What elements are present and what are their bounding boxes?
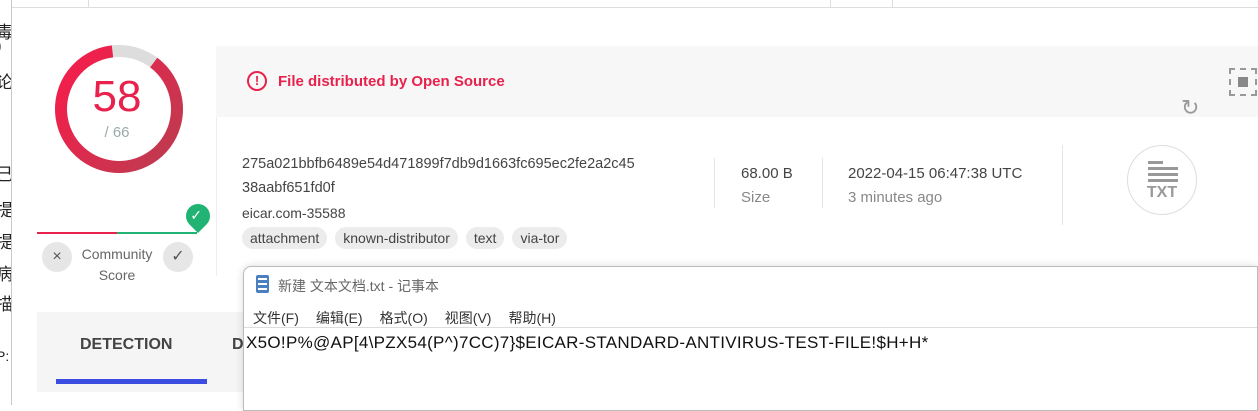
community-score-bar (37, 232, 197, 234)
notepad-title: 新建 文本文档.txt - 记事本 (278, 278, 439, 294)
downvote-button[interactable]: × (42, 242, 72, 272)
bg-char: 毒 (0, 18, 11, 43)
bg-char: 己 (0, 160, 11, 185)
notepad-text-area[interactable]: X5O!P%@AP[4\PZX54(P^)7CC)7}$EICAR-STANDA… (246, 333, 929, 353)
menu-view[interactable]: 视图(V) (445, 308, 492, 328)
menu-edit[interactable]: 编辑(E) (316, 308, 363, 328)
bg-char: 提 (0, 196, 11, 221)
detection-count: 58 (92, 72, 142, 121)
analysis-date: 2022-04-15 06:47:38 UTC 3 minutes ago (848, 165, 1023, 206)
community-check-icon: ✓ (181, 199, 215, 233)
tag[interactable]: via-tor (512, 227, 568, 249)
active-tab-indicator (56, 379, 207, 384)
divider (714, 158, 715, 208)
notepad-window: 新建 文本文档.txt - 记事本 文件(F) 编辑(E) 格式(O) 视图(V… (243, 266, 1258, 411)
file-size: 68.00 B Size (741, 165, 793, 206)
file-name: eicar.com-35588 (242, 205, 346, 221)
bg-char: 描 (0, 290, 11, 315)
tag-list: attachment known-distributor text via-to… (242, 227, 568, 249)
top-bar (12, 0, 1258, 8)
tag[interactable]: attachment (242, 227, 328, 249)
bg-char: 提 (0, 228, 11, 253)
background-window-strip: 毒 ) 论 己 提 提 病 描 P: (0, 0, 12, 405)
menu-help[interactable]: 帮助(H) (508, 308, 555, 328)
divider (1062, 145, 1063, 225)
menu-file[interactable]: 文件(F) (253, 308, 299, 328)
bg-char: P: (0, 348, 10, 364)
community-score-label: Community Score (81, 246, 153, 283)
divider (244, 327, 1257, 328)
tag[interactable]: known-distributor (335, 227, 458, 249)
warning-icon: ! (247, 71, 267, 91)
graph-icon[interactable] (1229, 68, 1257, 96)
bg-char: 论 (0, 68, 11, 93)
divider (822, 158, 823, 208)
menu-format[interactable]: 格式(O) (380, 308, 428, 328)
bg-char: 病 (0, 260, 11, 285)
bg-char: ) (0, 36, 2, 56)
engine-total: / 66 (104, 124, 130, 141)
tab-details[interactable]: D (232, 336, 244, 354)
tag[interactable]: text (465, 227, 505, 249)
file-hash: 275a021bbfb6489e54d471899f7db9d1663fc695… (242, 156, 635, 196)
upvote-button[interactable]: ✓ (163, 242, 193, 272)
distribution-banner: File distributed by Open Source (278, 73, 505, 90)
notepad-icon (256, 275, 269, 295)
tab-detection[interactable]: DETECTION (80, 336, 172, 354)
notepad-menu: 文件(F) 编辑(E) 格式(O) 视图(V) 帮助(H) (253, 308, 573, 328)
file-type-icon: TXT (1127, 145, 1197, 215)
